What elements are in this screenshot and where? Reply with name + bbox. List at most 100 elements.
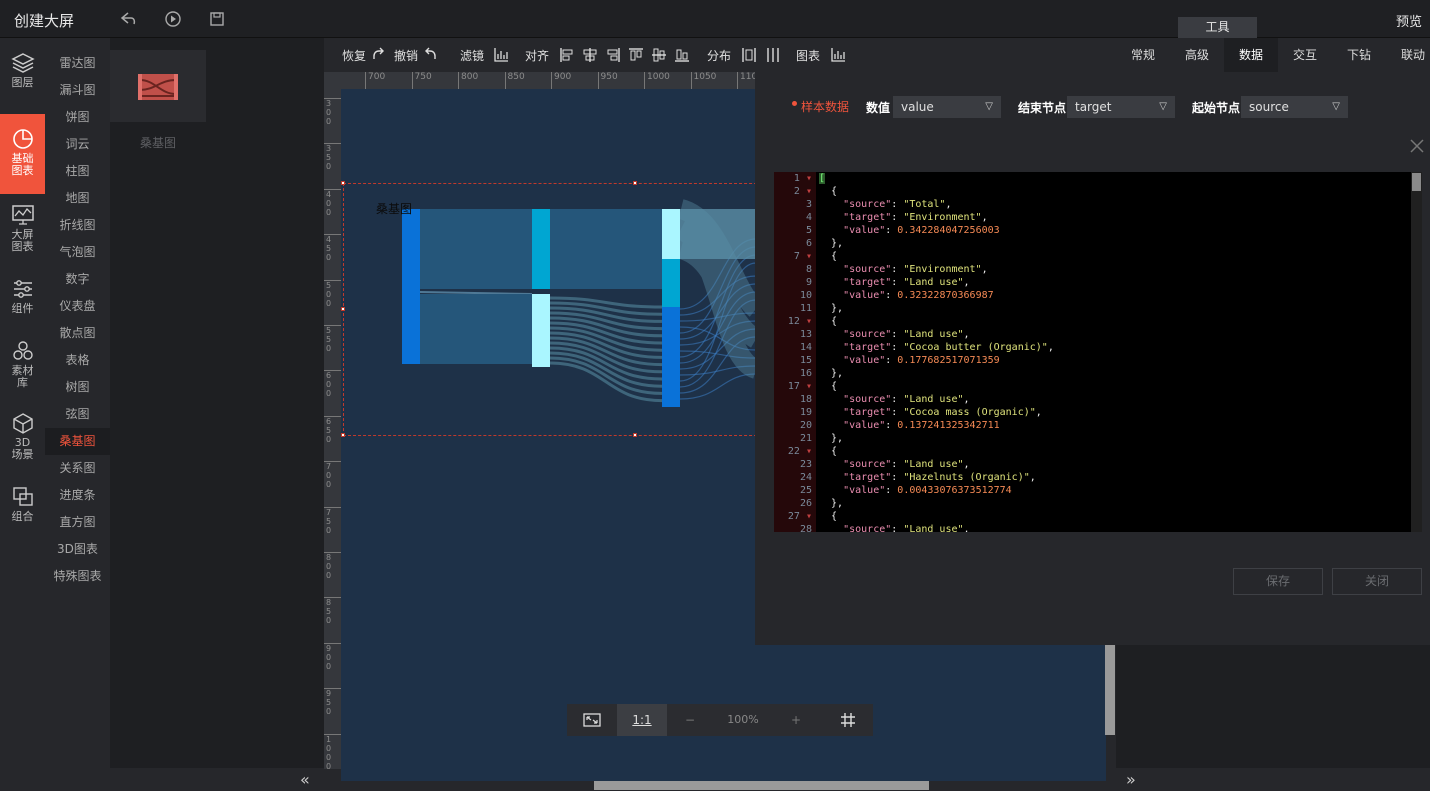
close-button[interactable]: 关闭 (1332, 568, 1422, 595)
grid-toggle-button[interactable] (823, 704, 873, 736)
code-line: "value": 0.00433076373512774 (819, 485, 1012, 496)
zoom-out-button[interactable]: − (667, 704, 713, 736)
resize-handle-bl[interactable] (341, 433, 345, 437)
fit-screen-button[interactable] (567, 704, 617, 736)
align-button[interactable]: 对齐 (525, 47, 549, 64)
category-item[interactable]: 进度条 (45, 482, 110, 509)
category-item[interactable]: 数字 (45, 266, 110, 293)
align-left-icon[interactable] (559, 47, 575, 63)
nav-screen-charts[interactable]: 大屏图表 (0, 204, 45, 260)
filter-button[interactable]: 滤镜 (460, 47, 484, 64)
tab-0[interactable]: 常规 (1116, 38, 1170, 72)
fold-arrow-icon[interactable]: ▾ (800, 446, 812, 457)
fold-arrow-icon[interactable]: ▾ (800, 251, 812, 262)
source-field-select[interactable]: source ▽ (1241, 96, 1348, 118)
category-item[interactable]: 特殊图表 (45, 563, 110, 590)
tool-tab[interactable]: 工具 (1178, 17, 1257, 38)
fold-arrow-icon[interactable]: ▾ (800, 381, 812, 392)
nav-basic-charts[interactable]: 基础图表 (0, 114, 45, 194)
chart-icon[interactable] (830, 47, 846, 63)
line-number: 13 (774, 328, 812, 341)
line-number-text: 10 (799, 290, 812, 301)
category-item[interactable]: 地图 (45, 185, 110, 212)
json-value: "Environment" (903, 212, 982, 223)
align-middle-icon[interactable] (651, 47, 667, 63)
bar-chart-icon[interactable] (493, 47, 509, 63)
nav-3d-scene[interactable]: 3D场景 (0, 412, 45, 468)
code-text: { (819, 446, 838, 457)
distribute-button[interactable]: 分布 (707, 47, 731, 64)
json-code-editor[interactable]: 1 ▾ 2 ▾ 3 4 5 6 7 ▾ 8 9 10 11 12 ▾ 13 14 15 … (774, 172, 1422, 532)
close-icon[interactable] (1409, 138, 1425, 154)
category-item[interactable]: 直方图 (45, 509, 110, 536)
ruler-top-tick: 900 (551, 72, 571, 89)
fold-arrow-icon[interactable]: ▾ (800, 186, 812, 197)
category-item[interactable]: 表格 (45, 347, 110, 374)
category-item[interactable]: 散点图 (45, 320, 110, 347)
tab-1[interactable]: 高级 (1170, 38, 1224, 72)
canvas-vscroll[interactable] (1105, 645, 1115, 735)
json-value: "Land use" (903, 524, 964, 532)
tab-2[interactable]: 数据 (1224, 38, 1278, 72)
resize-handle-tl[interactable] (341, 181, 345, 185)
value-field-select[interactable]: value ▽ (893, 96, 1001, 118)
category-item[interactable]: 词云 (45, 131, 110, 158)
nav-materials[interactable]: 素材库 (0, 340, 45, 396)
code-text: }, (819, 303, 844, 314)
line-number: 15 (774, 354, 812, 367)
align-center-h-icon[interactable] (582, 47, 598, 63)
code-line: { (819, 510, 837, 523)
align-bottom-icon[interactable] (674, 47, 690, 63)
tab-3[interactable]: 交互 (1278, 38, 1332, 72)
play-icon[interactable] (164, 10, 182, 28)
save-icon[interactable] (208, 10, 226, 28)
resize-handle-l[interactable] (341, 307, 345, 311)
tab-4[interactable]: 下钻 (1332, 38, 1386, 72)
category-item[interactable]: 树图 (45, 374, 110, 401)
collapse-right-icon[interactable]: » (1126, 770, 1136, 789)
nav-layers[interactable]: 图层 (0, 52, 45, 102)
resize-handle-t[interactable] (633, 181, 637, 185)
align-right-icon[interactable] (605, 47, 621, 63)
fold-arrow-icon[interactable]: ▾ (800, 511, 812, 522)
category-item[interactable]: 仪表盘 (45, 293, 110, 320)
sample-data-label[interactable]: 样本数据 (801, 98, 849, 115)
category-item[interactable]: 柱图 (45, 158, 110, 185)
category-item[interactable]: 折线图 (45, 212, 110, 239)
code-gutter: 1 ▾ 2 ▾ 3 4 5 6 7 ▾ 8 9 10 11 12 ▾ 13 14 15 … (774, 172, 816, 532)
category-item[interactable]: 弦图 (45, 401, 110, 428)
tab-5[interactable]: 联动 (1386, 38, 1430, 72)
zoom-in-button[interactable]: + (773, 704, 819, 736)
collapse-left-icon[interactable]: « (300, 770, 310, 789)
save-button[interactable]: 保存 (1233, 568, 1323, 595)
resize-handle-b[interactable] (633, 433, 637, 437)
distribute-h-icon[interactable] (741, 47, 757, 63)
chart-button[interactable]: 图表 (796, 47, 820, 64)
sankey-thumbnail[interactable] (110, 50, 206, 122)
category-item[interactable]: 雷达图 (45, 50, 110, 77)
nav-components[interactable]: 组件 (0, 278, 45, 322)
distribute-v-icon[interactable] (765, 47, 781, 63)
zoom-1-1-button[interactable]: 1:1 (617, 704, 667, 736)
fold-arrow-icon[interactable]: ▾ (800, 316, 812, 327)
redo-button[interactable]: 恢复 (342, 47, 366, 64)
category-item[interactable]: 饼图 (45, 104, 110, 131)
align-top-icon[interactable] (628, 47, 644, 63)
category-item[interactable]: 气泡图 (45, 239, 110, 266)
preview-button[interactable]: 预览 (1396, 11, 1422, 30)
nav-group[interactable]: 组合 (0, 486, 45, 530)
undo-button[interactable]: 撤销 (394, 47, 418, 64)
category-item[interactable]: 3D图表 (45, 536, 110, 563)
code-scroll-track[interactable] (1411, 172, 1422, 532)
target-field-select[interactable]: target ▽ (1067, 96, 1175, 118)
back-icon[interactable] (119, 10, 137, 28)
undo-icon[interactable] (423, 47, 439, 63)
fold-arrow-icon[interactable]: ▾ (800, 173, 812, 184)
code-line: }, (819, 367, 843, 380)
category-item[interactable]: 桑基图 (45, 428, 110, 455)
category-item[interactable]: 关系图 (45, 455, 110, 482)
category-item[interactable]: 漏斗图 (45, 77, 110, 104)
code-scroll-thumb[interactable] (1412, 173, 1421, 191)
redo-icon[interactable] (370, 47, 386, 63)
canvas-hscroll[interactable] (594, 781, 929, 790)
